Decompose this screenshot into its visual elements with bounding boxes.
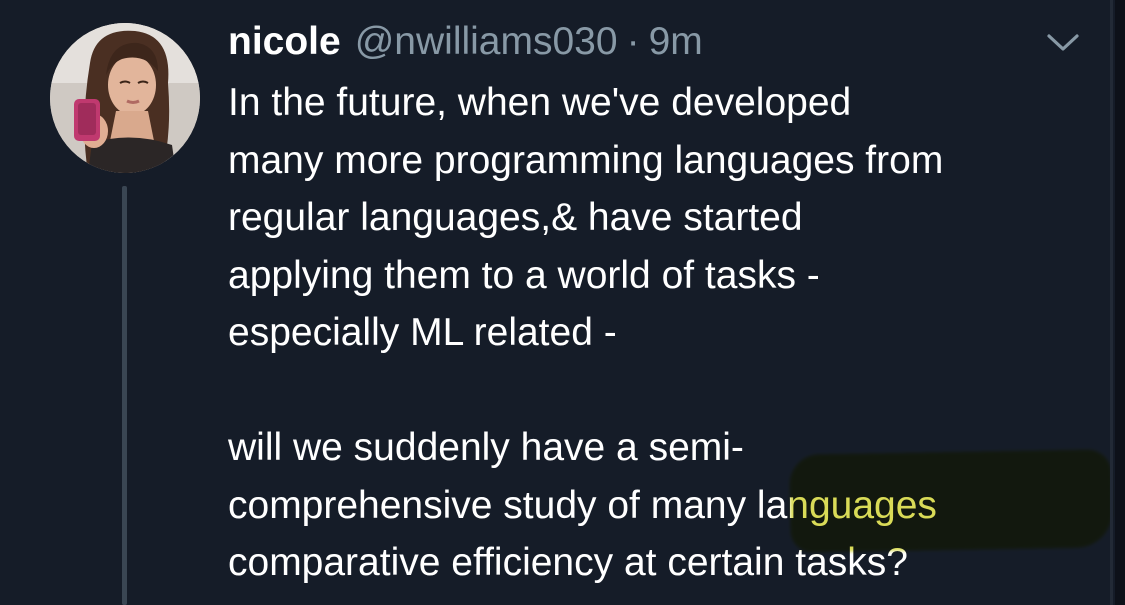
text-line: applying them to a world of tasks - [228,253,820,297]
tweet[interactable]: nicole @nwilliams030 · 9m In the future,… [0,0,1125,605]
text-line: especially ML related - [228,311,617,354]
thread-connector-line [122,186,127,605]
text-line: In the future, when we've developed [228,81,852,124]
chevron-down-icon[interactable] [1043,28,1083,58]
text-line: many more programming languages from [228,138,944,182]
text-line: comparative efficiency at certain tasks? [228,541,908,584]
tweet-text: In the future, when we've developed many… [228,74,1098,592]
text-line: comprehensive study of many languages [228,483,937,527]
screen-edge [1115,0,1125,605]
tweet-header: nicole @nwilliams030 · 9m [228,14,703,70]
column-divider [1110,0,1113,605]
tweet-timestamp[interactable]: 9m [649,14,703,70]
text-line: regular languages,& have started [228,196,803,239]
avatar[interactable] [50,23,200,173]
text-line: will we suddenly have a semi- [228,426,744,469]
author-handle[interactable]: @nwilliams030 [355,14,618,70]
avatar-photo [50,23,200,173]
tweet-paragraph: In the future, when we've developed many… [228,74,1098,362]
tweet-paragraph: will we suddenly have a semi- comprehens… [228,419,1098,592]
author-display-name[interactable]: nicole [228,14,341,70]
header-separator: · [626,20,640,63]
